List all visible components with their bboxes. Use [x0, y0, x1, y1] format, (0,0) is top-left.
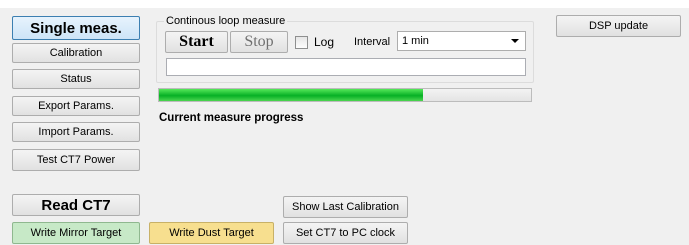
chevron-down-icon — [511, 39, 519, 43]
interval-select[interactable]: 1 min — [397, 31, 526, 51]
progress-caption: Current measure progress — [159, 112, 304, 124]
test-ct7-power-button[interactable]: Test CT7 Power — [12, 149, 140, 171]
progress-fill — [159, 89, 424, 101]
stop-button[interactable]: Stop — [230, 31, 288, 53]
status-button[interactable]: Status — [12, 69, 140, 89]
top-strip — [0, 0, 689, 8]
interval-value: 1 min — [402, 35, 429, 47]
read-ct7-button[interactable]: Read CT7 — [12, 194, 140, 216]
calibration-button[interactable]: Calibration — [12, 43, 140, 63]
write-mirror-target-button[interactable]: Write Mirror Target — [12, 222, 140, 244]
export-params-button[interactable]: Export Params. — [12, 96, 140, 116]
set-ct7-pc-clock-button[interactable]: Set CT7 to PC clock — [283, 222, 408, 244]
single-meas-button[interactable]: Single meas. — [12, 16, 140, 40]
dsp-update-button[interactable]: DSP update — [556, 15, 681, 37]
import-params-button[interactable]: Import Params. — [12, 122, 140, 142]
write-dust-target-button[interactable]: Write Dust Target — [149, 222, 274, 244]
show-last-calibration-button[interactable]: Show Last Calibration — [283, 196, 408, 218]
log-checkbox[interactable] — [295, 36, 308, 49]
start-button[interactable]: Start — [165, 31, 228, 53]
loop-text-field[interactable] — [166, 58, 526, 76]
continuous-loop-legend: Continous loop measure — [164, 15, 288, 27]
log-label: Log — [314, 35, 335, 49]
interval-label: Interval — [354, 36, 391, 48]
measure-progress-bar — [158, 88, 532, 102]
